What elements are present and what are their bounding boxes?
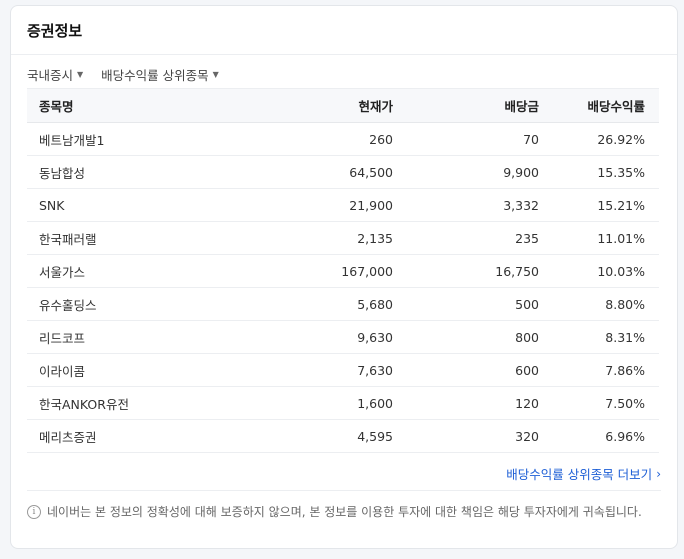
current-price: 21,900 — [263, 188, 407, 222]
current-price: 2,135 — [263, 221, 407, 255]
dividend-amount: 320 — [407, 419, 553, 453]
table-row[interactable]: 한국ANKOR유전 1,600 120 7.50% — [27, 386, 659, 420]
current-price: 260 — [263, 122, 407, 156]
sort-dropdown-label: 배당수익률 상위종목 — [101, 67, 209, 83]
card-header: 증권정보 — [11, 6, 677, 55]
more-link-label: 배당수익률 상위종목 더보기 — [506, 467, 653, 482]
more-link[interactable]: 배당수익률 상위종목 더보기 › — [506, 464, 661, 483]
table-row[interactable]: 이라이콤 7,630 600 7.86% — [27, 353, 659, 387]
table-row[interactable]: 서울가스 167,000 16,750 10.03% — [27, 254, 659, 288]
table-row[interactable]: 한국패러랠 2,135 235 11.01% — [27, 221, 659, 255]
stock-name[interactable]: 한국패러랠 — [27, 221, 263, 255]
dividend-amount: 9,900 — [407, 155, 553, 189]
dividend-yield: 7.86% — [553, 353, 659, 387]
chevron-right-icon: › — [656, 466, 661, 481]
dividend-yield: 8.31% — [553, 320, 659, 354]
info-icon: i — [27, 505, 41, 519]
dividend-table: 종목명 현재가 배당금 배당수익률 베트남개발1 260 70 26.92% 동남합성 6… — [27, 88, 659, 453]
dividend-amount: 800 — [407, 320, 553, 354]
dividend-amount: 16,750 — [407, 254, 553, 288]
sort-dropdown[interactable]: 배당수익률 상위종목 ▼ — [101, 65, 219, 84]
dividend-amount: 120 — [407, 386, 553, 420]
stock-name[interactable]: 이라이콤 — [27, 353, 263, 387]
dividend-amount: 600 — [407, 353, 553, 387]
disclaimer: i 네이버는 본 정보의 정확성에 대해 보증하지 않으며, 본 정보를 이용한… — [27, 490, 661, 521]
market-dropdown-label: 국내증시 — [27, 67, 74, 83]
table-row[interactable]: 메리츠증권 4,595 320 6.96% — [27, 419, 659, 453]
table-row[interactable]: 유수홀딩스 5,680 500 8.80% — [27, 287, 659, 321]
caret-down-icon: ▼ — [77, 69, 84, 79]
stock-name[interactable]: 서울가스 — [27, 254, 263, 288]
dividend-yield: 15.35% — [553, 155, 659, 189]
current-price: 7,630 — [263, 353, 407, 387]
current-price: 9,630 — [263, 320, 407, 354]
filter-bar: 국내증시 ▼ 배당수익률 상위종목 ▼ — [11, 57, 677, 91]
market-dropdown[interactable]: 국내증시 ▼ — [27, 65, 83, 84]
dividend-amount: 500 — [407, 287, 553, 321]
current-price: 4,595 — [263, 419, 407, 453]
stock-name[interactable]: 유수홀딩스 — [27, 287, 263, 321]
disclaimer-text: 네이버는 본 정보의 정확성에 대해 보증하지 않으며, 본 정보를 이용한 투… — [47, 505, 642, 519]
current-price: 5,680 — [263, 287, 407, 321]
header-name: 종목명 — [27, 88, 263, 123]
current-price: 64,500 — [263, 155, 407, 189]
table-row[interactable]: 베트남개발1 260 70 26.92% — [27, 122, 659, 156]
dividend-yield: 15.21% — [553, 188, 659, 222]
stock-name[interactable]: 리드코프 — [27, 320, 263, 354]
stock-name[interactable]: 동남합성 — [27, 155, 263, 189]
stock-name[interactable]: SNK — [27, 188, 263, 222]
table-row[interactable]: SNK 21,900 3,332 15.21% — [27, 188, 659, 222]
header-dividend: 배당금 — [407, 88, 553, 123]
dividend-yield: 8.80% — [553, 287, 659, 321]
dividend-amount: 235 — [407, 221, 553, 255]
current-price: 1,600 — [263, 386, 407, 420]
dividend-yield: 7.50% — [553, 386, 659, 420]
dividend-yield: 6.96% — [553, 419, 659, 453]
header-yield: 배당수익률 — [553, 88, 659, 123]
dividend-amount: 3,332 — [407, 188, 553, 222]
table-row[interactable]: 리드코프 9,630 800 8.31% — [27, 320, 659, 354]
stock-info-card: 증권정보 국내증시 ▼ 배당수익률 상위종목 ▼ 종목명 현재가 배당금 배당수… — [10, 5, 678, 549]
caret-down-icon: ▼ — [212, 69, 219, 79]
dividend-yield: 10.03% — [553, 254, 659, 288]
stock-name[interactable]: 메리츠증권 — [27, 419, 263, 453]
dividend-amount: 70 — [407, 122, 553, 156]
dividend-yield: 26.92% — [553, 122, 659, 156]
dividend-yield: 11.01% — [553, 221, 659, 255]
card-title: 증권정보 — [27, 21, 83, 40]
stock-name[interactable]: 한국ANKOR유전 — [27, 386, 263, 420]
header-price: 현재가 — [263, 88, 407, 123]
table-row[interactable]: 동남합성 64,500 9,900 15.35% — [27, 155, 659, 189]
table-header-row: 종목명 현재가 배당금 배당수익률 — [27, 88, 659, 123]
stock-name[interactable]: 베트남개발1 — [27, 122, 263, 156]
current-price: 167,000 — [263, 254, 407, 288]
